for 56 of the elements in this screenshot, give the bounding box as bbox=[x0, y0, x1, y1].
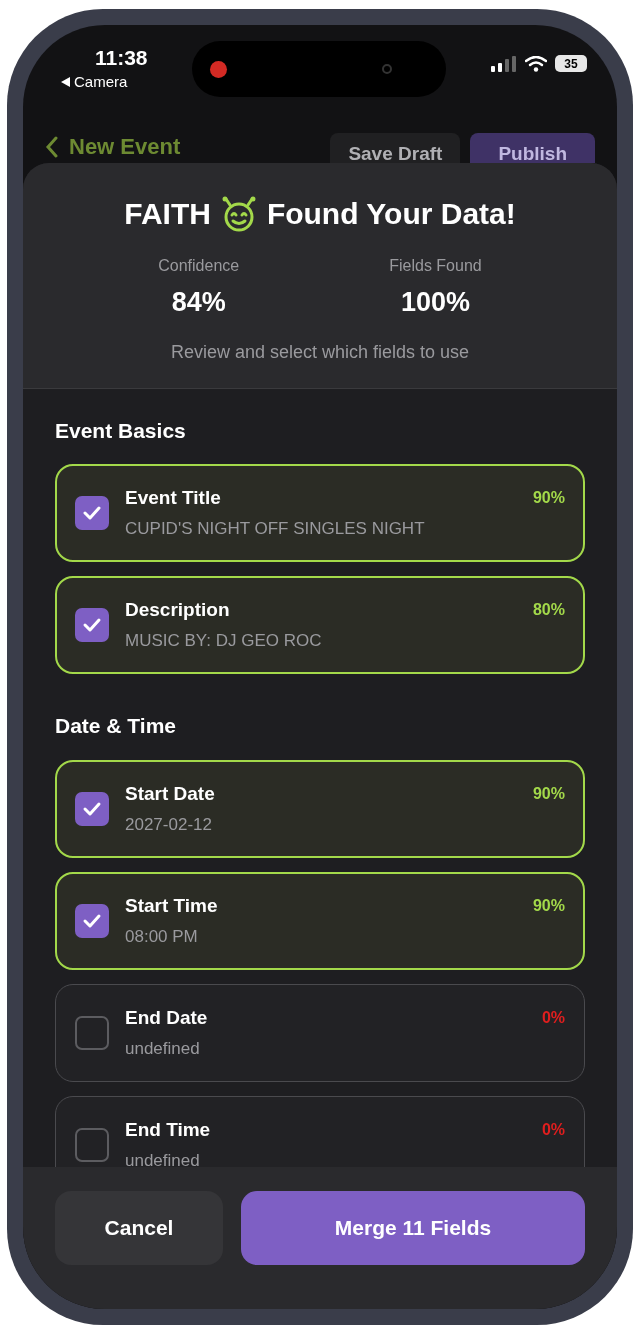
stat-label: Fields Found bbox=[389, 256, 482, 276]
signal-icon bbox=[491, 55, 517, 72]
field-card[interactable]: End Time 0% undefined bbox=[55, 1095, 585, 1167]
checkmark-icon bbox=[82, 800, 102, 817]
back-triangle-icon bbox=[61, 77, 70, 88]
confidence-percent: 90% bbox=[532, 488, 565, 508]
field-card[interactable]: Event Title 90% CUPID'S NIGHT OFF SINGLES NIGHT bbox=[55, 464, 585, 562]
sheet-title: Found Your Data! bbox=[266, 196, 516, 232]
status-time: 11:38 bbox=[95, 45, 148, 71]
checkbox[interactable] bbox=[75, 496, 109, 530]
battery-level: 35 bbox=[564, 55, 578, 73]
checkbox[interactable] bbox=[75, 791, 109, 826]
field-card[interactable]: Start Date 90% 2027-02-12 bbox=[55, 759, 585, 858]
field-card[interactable]: End Date 0% undefined bbox=[55, 983, 585, 1082]
field-value: 2027-02-12 bbox=[125, 813, 213, 836]
confidence-percent: 90% bbox=[532, 895, 565, 916]
field-label: Event Title bbox=[125, 486, 221, 510]
field-card[interactable]: Description 80% MUSIC BY: DJ GEO ROC bbox=[55, 576, 585, 674]
back-chevron-icon[interactable] bbox=[45, 136, 59, 158]
field-label: Start Date bbox=[125, 781, 215, 806]
field-label: End Date bbox=[125, 1005, 208, 1030]
section-title: Event Basics bbox=[55, 417, 187, 444]
wifi-icon bbox=[525, 55, 547, 72]
field-value: MUSIC BY: DJ GEO ROC bbox=[125, 630, 323, 652]
checkbox[interactable] bbox=[75, 1127, 109, 1162]
camera-lens-icon bbox=[382, 64, 393, 74]
stat-value: 84% bbox=[171, 286, 226, 319]
field-label: Start Time bbox=[125, 893, 218, 918]
confidence-percent: 90% bbox=[532, 783, 565, 804]
stat-label: Confidence bbox=[158, 256, 240, 276]
field-value: undefined bbox=[125, 1149, 201, 1167]
stat-value: 100% bbox=[400, 286, 470, 319]
field-label: End Time bbox=[125, 1117, 211, 1142]
sheet-subtitle: Review and select which fields to use bbox=[170, 340, 470, 364]
section-title: Date & Time bbox=[55, 713, 177, 739]
confidence-percent: 0% bbox=[541, 1119, 565, 1140]
nav-title: New Event bbox=[69, 133, 181, 161]
save-draft-button[interactable]: Save Draft bbox=[330, 133, 461, 163]
confidence-percent: 0% bbox=[541, 1007, 565, 1028]
checkmark-icon bbox=[82, 912, 102, 929]
checkbox[interactable] bbox=[75, 1015, 109, 1050]
field-card[interactable]: Start Time 90% 08:00 PM bbox=[55, 871, 585, 970]
field-label: Description bbox=[125, 598, 230, 622]
checkbox[interactable] bbox=[75, 903, 109, 938]
confidence-percent: 80% bbox=[532, 600, 565, 620]
back-app-link[interactable]: Camera bbox=[74, 71, 128, 94]
publish-button[interactable]: Publish bbox=[470, 133, 595, 163]
checkbox[interactable] bbox=[75, 608, 109, 642]
cancel-button[interactable]: Cancel bbox=[55, 1191, 223, 1265]
sheet-title: FAITH bbox=[124, 196, 211, 232]
checkmark-icon bbox=[82, 617, 102, 633]
field-value: 08:00 PM bbox=[125, 925, 199, 948]
field-value: undefined bbox=[125, 1037, 201, 1060]
field-value: CUPID'S NIGHT OFF SINGLES NIGHT bbox=[125, 518, 426, 540]
checkmark-icon bbox=[82, 505, 102, 521]
merge-button[interactable]: Merge 11 Fields bbox=[241, 1191, 585, 1265]
